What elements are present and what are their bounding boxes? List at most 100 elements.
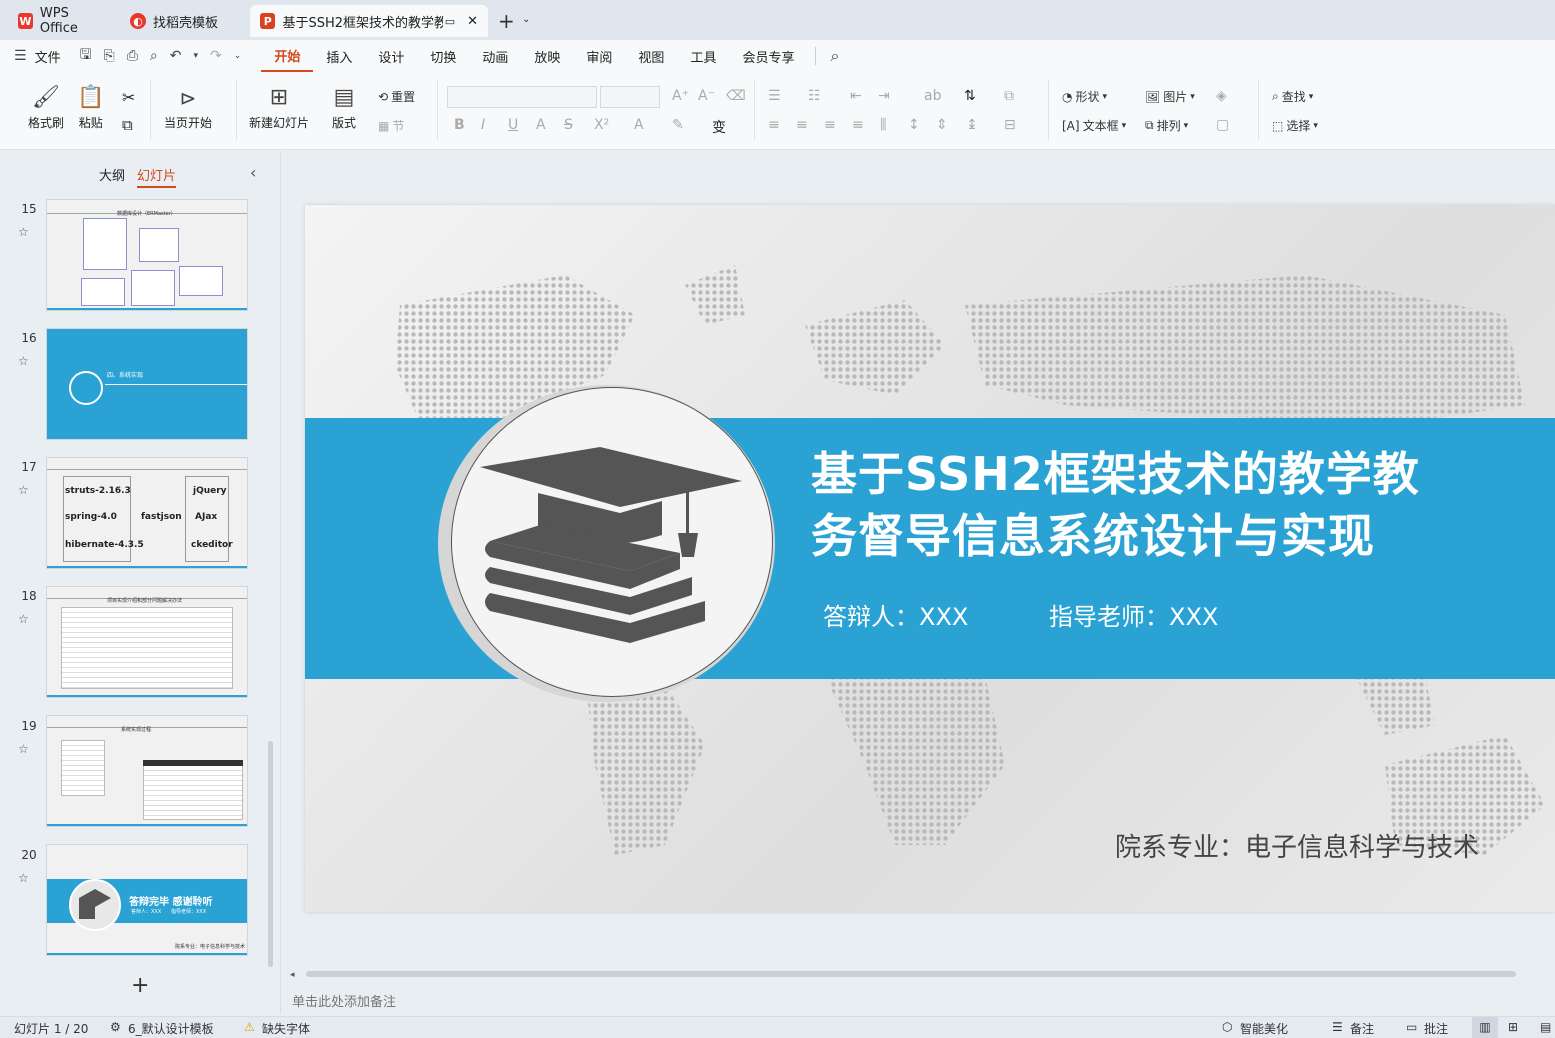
- notes-button[interactable]: 备注: [1350, 1020, 1374, 1037]
- new-tab-plus-icon[interactable]: +: [498, 9, 515, 33]
- close-tab-icon[interactable]: ✕: [467, 14, 478, 29]
- print-icon[interactable]: ⎙: [121, 48, 144, 64]
- normal-view-icon[interactable]: ▥: [1472, 1017, 1498, 1038]
- font-color-icon[interactable]: A: [634, 117, 644, 133]
- menu-slideshow[interactable]: 放映: [521, 40, 573, 72]
- slide-title[interactable]: 基于SSH2框架技术的教学教 务督导信息系统设计与实现: [811, 443, 1420, 567]
- sort-icon[interactable]: ⇅: [964, 88, 976, 104]
- distribute-icon[interactable]: ⫼: [880, 117, 886, 133]
- notes-area[interactable]: 单击此处添加备注: [282, 985, 1555, 1015]
- star-icon[interactable]: ☆: [18, 871, 29, 885]
- menu-review[interactable]: 审阅: [573, 40, 625, 72]
- reading-view-icon[interactable]: ▤: [1540, 1020, 1551, 1034]
- bullet-list-icon[interactable]: ☰: [768, 88, 781, 104]
- redo-icon[interactable]: ↷: [204, 48, 228, 64]
- select-button[interactable]: ⬚ 选择 ▾: [1272, 117, 1318, 134]
- fill-color-icon[interactable]: ◈: [1216, 88, 1227, 104]
- justify-icon[interactable]: ≡: [852, 117, 864, 133]
- increase-font-icon[interactable]: A⁺: [672, 88, 689, 104]
- layout-button[interactable]: ▤ 版式: [332, 82, 356, 131]
- copy-icon[interactable]: ⧉: [122, 116, 133, 134]
- template-name[interactable]: 6_默认设计模板: [128, 1020, 214, 1037]
- decrease-indent-icon[interactable]: ⇤: [850, 88, 862, 104]
- menu-animation[interactable]: 动画: [469, 40, 521, 72]
- align-left-icon[interactable]: ≡: [768, 117, 780, 133]
- bold-icon[interactable]: B: [454, 117, 465, 133]
- underline-icon[interactable]: U: [508, 117, 518, 133]
- menu-tools[interactable]: 工具: [677, 40, 729, 72]
- arrange-button[interactable]: ⧉ 排列 ▾: [1145, 117, 1188, 134]
- add-slide-button[interactable]: +: [131, 973, 149, 998]
- char-spacing-icon[interactable]: 变: [712, 117, 726, 137]
- share-icon[interactable]: ⎘: [98, 48, 121, 64]
- search-icon[interactable]: ⌕: [824, 46, 845, 66]
- numbered-list-icon[interactable]: ☷: [808, 88, 821, 104]
- italic-icon[interactable]: I: [481, 117, 485, 133]
- picture-button[interactable]: 🖼 图片 ▾: [1145, 88, 1195, 105]
- slides-tab[interactable]: 幻灯片: [137, 165, 177, 188]
- paragraph-spacing-icon[interactable]: ⇕: [936, 117, 948, 133]
- align-right-icon[interactable]: ≡: [824, 117, 836, 133]
- menu-insert[interactable]: 插入: [313, 40, 365, 72]
- beautify-button[interactable]: 智能美化: [1240, 1020, 1288, 1037]
- slide-canvas[interactable]: 基于SSH2框架技术的教学教 务督导信息系统设计与实现 答辩人：XXX 指导老师…: [305, 205, 1555, 912]
- font-size-select[interactable]: [600, 86, 660, 108]
- menu-transition[interactable]: 切换: [417, 40, 469, 72]
- shadow-icon[interactable]: A: [536, 117, 546, 133]
- paste-button[interactable]: 📋 粘贴: [77, 82, 104, 131]
- department-text[interactable]: 院系专业：电子信息科学与技术: [1115, 827, 1479, 864]
- advisor-text[interactable]: 指导老师：XXX: [1049, 597, 1218, 632]
- strikethrough-icon[interactable]: S: [564, 117, 573, 133]
- menu-view[interactable]: 视图: [625, 40, 677, 72]
- increase-indent-icon[interactable]: ⇥: [878, 88, 890, 104]
- scroll-left-icon[interactable]: ◂: [290, 970, 295, 980]
- star-icon[interactable]: ☆: [18, 612, 29, 626]
- thumbnail-slide-15[interactable]: 数据库设计（ERMaster）: [46, 199, 248, 311]
- undo-dropdown-icon[interactable]: ▾: [188, 51, 205, 61]
- superscript-icon[interactable]: X²: [594, 117, 609, 133]
- tab-dropdown-icon[interactable]: ⌄: [522, 14, 530, 25]
- new-slide-button[interactable]: ⊞ 新建幻灯片: [249, 82, 309, 131]
- horizontal-scrollbar[interactable]: [306, 971, 1516, 977]
- text-direction-icon[interactable]: ab: [924, 88, 941, 104]
- more-dropdown-icon[interactable]: ⌄: [228, 51, 248, 61]
- shape-button[interactable]: ◔ 形状 ▾: [1062, 88, 1107, 105]
- thumbnail-slide-20[interactable]: 答辩完毕 感谢聆听 答辩人：XXX 指导老师：XXX 院系专业：电子信息科学与技…: [46, 844, 248, 956]
- reset-button[interactable]: ⟲ 重置: [378, 88, 415, 105]
- spacing-dropdown-icon[interactable]: ↨: [966, 117, 978, 133]
- find-button[interactable]: ⌕ 查找 ▾: [1272, 88, 1313, 105]
- menu-home[interactable]: 开始: [261, 40, 314, 72]
- thumbnail-slide-16[interactable]: 四、系统实现: [46, 328, 248, 440]
- text-align-vertical-icon[interactable]: ⊟: [1004, 117, 1016, 133]
- missing-font-button[interactable]: 缺失字体: [262, 1020, 310, 1037]
- star-icon[interactable]: ☆: [18, 225, 29, 239]
- decrease-font-icon[interactable]: A⁻: [698, 88, 715, 104]
- font-name-select[interactable]: [447, 86, 597, 108]
- cut-icon[interactable]: ✂: [122, 88, 135, 107]
- outline-tab[interactable]: 大纲: [99, 165, 125, 184]
- tab-wps-office[interactable]: W WPS Office: [8, 5, 116, 37]
- comment-button[interactable]: 批注: [1424, 1020, 1448, 1037]
- align-center-icon[interactable]: ≡: [796, 117, 808, 133]
- collapse-panel-icon[interactable]: ‹: [250, 163, 256, 182]
- clear-format-icon[interactable]: ⌫: [726, 88, 746, 104]
- star-icon[interactable]: ☆: [18, 483, 29, 497]
- hamburger-icon[interactable]: ☰: [8, 48, 33, 64]
- panel-scrollbar[interactable]: [268, 741, 273, 967]
- tab-docer-templates[interactable]: ◐ 找稻壳模板: [120, 5, 244, 37]
- format-painter-button[interactable]: 🖌 格式刷: [28, 82, 64, 131]
- thumbnail-slide-19[interactable]: 系统实现过程: [46, 715, 248, 827]
- presenter-text[interactable]: 答辩人：XXX: [823, 597, 968, 632]
- tab-current-presentation[interactable]: P 基于SSH2框架技术的教学教务 ▭ ✕: [250, 5, 488, 37]
- thumbnail-slide-17[interactable]: struts-2.16.3 spring-4.0 hibernate-4.3.5…: [46, 457, 248, 569]
- outline-color-icon[interactable]: ▢: [1216, 117, 1229, 133]
- print-preview-icon[interactable]: ⌕: [144, 48, 164, 64]
- undo-icon[interactable]: ↶: [164, 48, 188, 64]
- section-button[interactable]: ▦ 节: [378, 117, 404, 134]
- convert-icon[interactable]: ⧉: [1004, 88, 1014, 104]
- sorter-view-icon[interactable]: ⊞: [1508, 1020, 1518, 1034]
- textbox-button[interactable]: [A] 文本框 ▾: [1062, 117, 1126, 134]
- menu-design[interactable]: 设计: [365, 40, 417, 72]
- menu-member[interactable]: 会员专享: [729, 40, 807, 72]
- menu-file[interactable]: 文件: [33, 40, 74, 72]
